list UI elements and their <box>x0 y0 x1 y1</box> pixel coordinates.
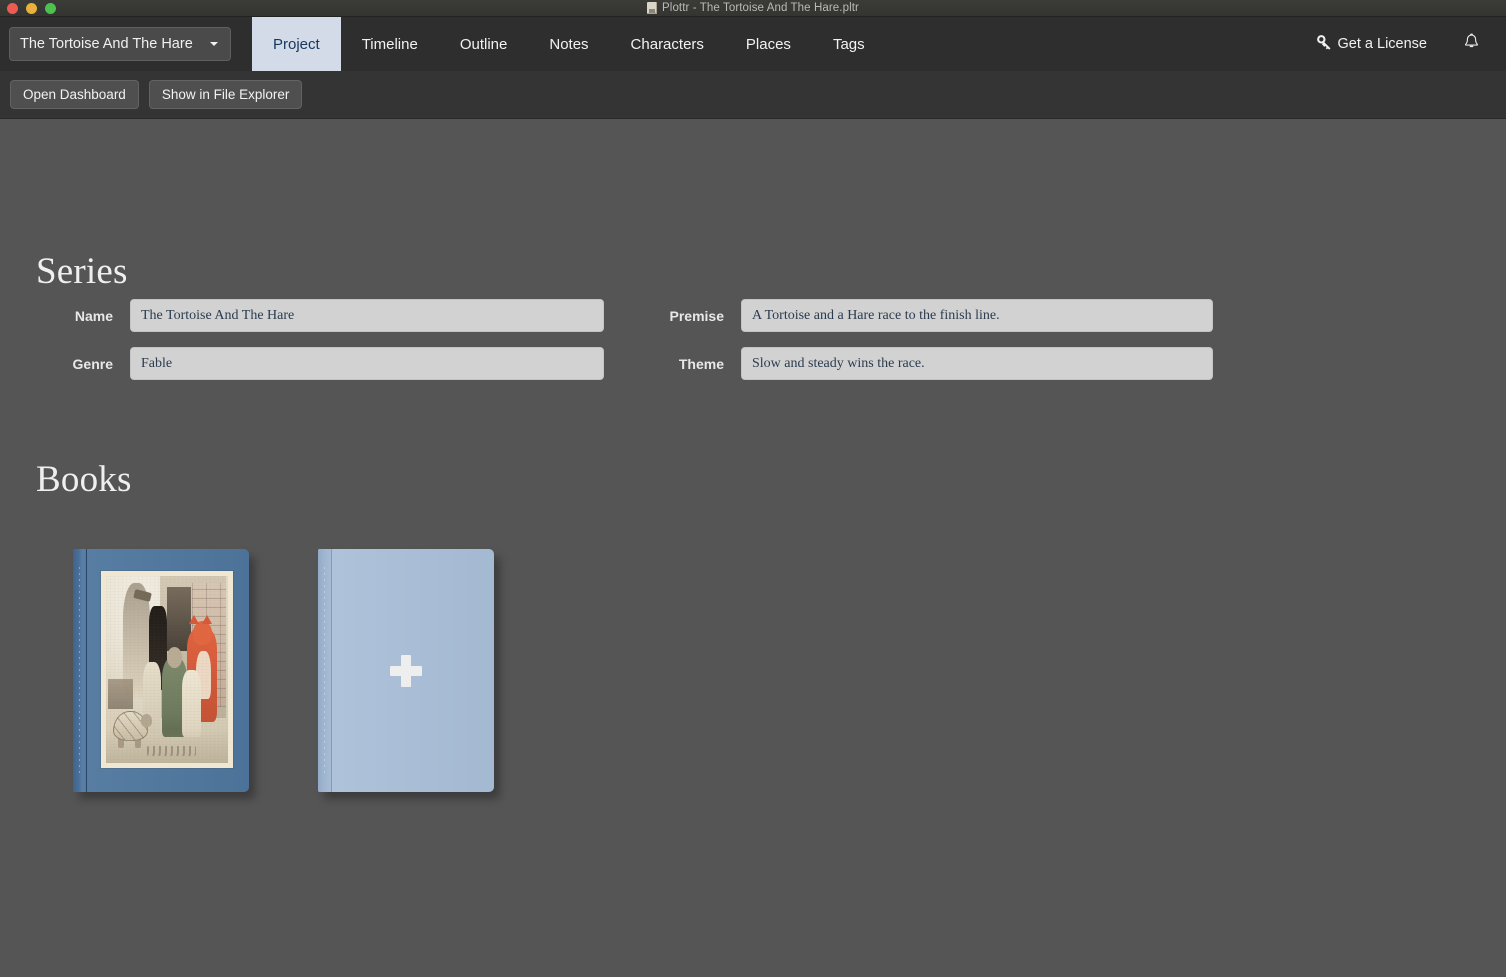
get-a-license-label: Get a License <box>1338 36 1427 52</box>
tab-outline[interactable]: Outline <box>439 17 529 71</box>
tab-places[interactable]: Places <box>725 17 812 71</box>
tab-characters[interactable]: Characters <box>610 17 725 71</box>
series-genre-label: Genre <box>0 356 130 372</box>
minimize-window-button[interactable] <box>26 3 37 14</box>
window-title-bar: Plottr - The Tortoise And The Hare.pltr <box>0 0 1506 17</box>
series-theme-row: Theme Slow and steady wins the race. <box>614 347 1234 380</box>
tab-tags[interactable]: Tags <box>812 17 886 71</box>
illustration-tortoise-head <box>141 714 152 727</box>
tab-project-label: Project <box>273 36 320 53</box>
tab-project[interactable]: Project <box>252 17 341 71</box>
tab-notes[interactable]: Notes <box>528 17 609 71</box>
illustration-fox-ear-right <box>202 615 212 624</box>
book-cover-art <box>73 549 249 792</box>
open-dashboard-button[interactable]: Open Dashboard <box>10 80 139 110</box>
illustration-green-coat-head <box>167 647 182 668</box>
key-icon <box>1317 35 1332 54</box>
book-illustration-frame <box>101 571 233 768</box>
series-name-label: Name <box>0 308 130 324</box>
series-genre-input[interactable]: Fable <box>130 347 604 380</box>
app-header: The Tortoise And The Hare Project Timeli… <box>0 17 1506 71</box>
project-toolbar: Open Dashboard Show in File Explorer <box>0 71 1506 119</box>
book-cover-tortoise-and-hare[interactable] <box>73 549 249 792</box>
maximize-window-button[interactable] <box>45 3 56 14</box>
series-form-right-column: Premise A Tortoise and a Hare race to th… <box>614 299 1234 380</box>
tab-outline-label: Outline <box>460 36 508 53</box>
add-new-book-cover <box>318 549 494 792</box>
close-window-button[interactable] <box>7 3 18 14</box>
illustration-fox-head <box>193 621 213 645</box>
series-theme-label: Theme <box>614 356 741 372</box>
caret-down-icon <box>210 42 218 46</box>
illustration-cream-figure-right <box>182 670 202 737</box>
main-nav-tabs: Project Timeline Outline Notes Character… <box>252 17 886 71</box>
tab-characters-label: Characters <box>631 36 704 53</box>
tab-tags-label: Tags <box>833 36 865 53</box>
books-heading: Books <box>36 458 132 501</box>
series-form-left-column: Name The Tortoise And The Hare Genre Fab… <box>0 299 614 380</box>
plus-icon <box>390 655 422 687</box>
project-content: Series Name The Tortoise And The Hare Ge… <box>0 119 1506 977</box>
tab-timeline[interactable]: Timeline <box>341 17 439 71</box>
tab-notes-label: Notes <box>549 36 588 53</box>
project-selector-label: The Tortoise And The Hare <box>20 36 193 52</box>
tab-places-label: Places <box>746 36 791 53</box>
series-premise-input[interactable]: A Tortoise and a Hare race to the finish… <box>741 299 1213 332</box>
book-spine <box>73 549 87 792</box>
series-heading: Series <box>36 250 128 293</box>
series-genre-row: Genre Fable <box>0 347 614 380</box>
notifications-button[interactable] <box>1463 33 1480 56</box>
window-title: Plottr - The Tortoise And The Hare.pltr <box>647 2 859 14</box>
book-illustration <box>106 576 228 763</box>
get-a-license-button[interactable]: Get a License <box>1309 29 1435 60</box>
window-controls <box>7 0 56 16</box>
show-in-file-explorer-button[interactable]: Show in File Explorer <box>149 80 303 110</box>
illustration-fox-ear-left <box>189 615 199 624</box>
add-new-book[interactable] <box>318 549 494 792</box>
series-premise-row: Premise A Tortoise and a Hare race to th… <box>614 299 1234 332</box>
project-selector-dropdown[interactable]: The Tortoise And The Hare <box>9 27 231 61</box>
tab-timeline-label: Timeline <box>362 36 418 53</box>
illustration-signature <box>147 746 196 755</box>
series-name-row: Name The Tortoise And The Hare <box>0 299 614 332</box>
header-right-actions: Get a License <box>1309 17 1506 71</box>
series-premise-label: Premise <box>614 308 741 324</box>
series-form: Name The Tortoise And The Hare Genre Fab… <box>0 299 1280 380</box>
window-title-text: Plottr - The Tortoise And The Hare.pltr <box>662 2 859 14</box>
add-new-book-spine <box>318 549 332 792</box>
document-icon <box>647 2 657 14</box>
books-list <box>73 549 494 792</box>
bell-icon <box>1463 33 1480 56</box>
series-theme-input[interactable]: Slow and steady wins the race. <box>741 347 1213 380</box>
series-name-input[interactable]: The Tortoise And The Hare <box>130 299 604 332</box>
illustration-table <box>108 679 132 709</box>
